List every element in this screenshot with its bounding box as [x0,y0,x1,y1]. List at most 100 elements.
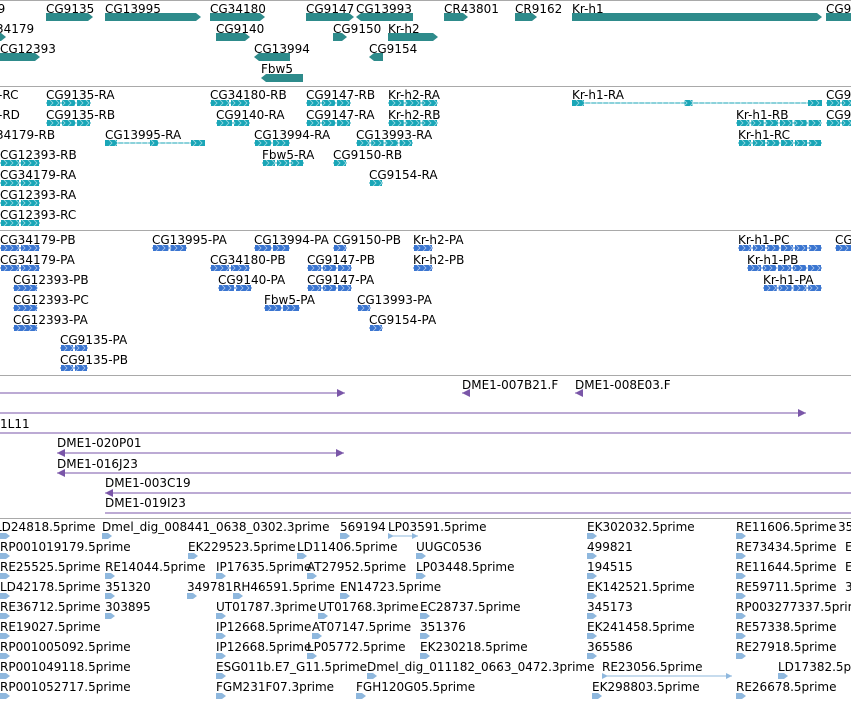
feature-label[interactable]: RE11644.5prime [736,560,837,574]
feature-label[interactable]: EK241458.5prime [587,620,695,634]
feature-label[interactable]: IP17635.5prime [216,560,311,574]
est-glyph[interactable] [105,593,115,599]
est-glyph[interactable] [216,633,226,639]
feature-label[interactable]: FGM231F07.3prime [216,680,334,694]
feature-label[interactable]: 569194 [340,520,386,534]
est-glyph[interactable] [340,533,350,539]
feature-label[interactable]: IP12668.5prime [216,640,311,654]
feature-label[interactable]: RE73434.5prime [736,540,837,554]
feature-label[interactable]: 499821 [587,540,633,554]
est-glyph[interactable] [416,553,426,559]
feature-label[interactable]: EN14723.5prime [340,580,441,594]
est-glyph[interactable] [736,653,746,659]
est-glyph[interactable] [216,693,226,699]
est-glyph[interactable] [587,653,597,659]
feature-label[interactable]: EK229523.5prime [188,540,296,554]
est-glyph[interactable] [0,593,10,599]
feature-label[interactable]: ESG011b.E7_G11.5prime [216,660,367,674]
est-glyph[interactable] [602,673,732,679]
est-glyph[interactable] [0,613,10,619]
feature-label[interactable]: RE27918.5prime [736,640,837,654]
est-glyph[interactable] [0,633,10,639]
feature-label[interactable]: EC28737.5prime [420,600,521,614]
est-glyph[interactable] [187,593,197,599]
est-glyph[interactable] [736,613,746,619]
est-glyph[interactable] [587,593,597,599]
feature-label[interactable]: E [845,540,851,554]
feature-label[interactable]: 194515 [587,560,633,574]
feature-label[interactable]: 35 [838,520,851,534]
feature-label[interactable]: RE23056.5prime [602,660,703,674]
est-glyph[interactable] [587,613,597,619]
feature-label[interactable]: LD42178.5prime [0,580,101,594]
est-glyph[interactable] [778,673,788,679]
est-glyph[interactable] [297,553,307,559]
est-glyph[interactable] [307,573,317,579]
feature-label[interactable]: RE57338.5prime [736,620,837,634]
feature-label[interactable]: LP03448.5prime [416,560,515,574]
est-glyph[interactable] [318,613,328,619]
feature-label[interactable]: UT01768.3prime [318,600,419,614]
feature-label[interactable]: 365586 [587,640,633,654]
est-glyph[interactable] [587,533,597,539]
est-glyph[interactable] [420,653,430,659]
est-glyph[interactable] [216,573,226,579]
est-glyph[interactable] [592,693,602,699]
feature-label[interactable]: UT01787.3prime [216,600,317,614]
feature-label[interactable]: EK230218.5prime [420,640,528,654]
est-glyph[interactable] [736,553,746,559]
est-glyph[interactable] [367,673,377,679]
est-glyph[interactable] [188,553,198,559]
feature-label[interactable]: IP12668.5prime [216,620,311,634]
feature-label[interactable]: FGH120G05.5prime [356,680,475,694]
feature-label[interactable]: RE19027.5prime [0,620,101,634]
est-glyph[interactable] [587,633,597,639]
est-glyph[interactable] [420,633,430,639]
est-track[interactable]: LD24818.5prime Dmel_dig_008441_0638_0302.… [0,0,851,703]
feature-label[interactable]: EK298803.5prime [592,680,700,694]
est-glyph[interactable] [105,613,115,619]
est-glyph[interactable] [233,593,243,599]
est-glyph[interactable] [312,633,322,639]
est-glyph[interactable] [736,693,746,699]
feature-label[interactable]: AT07147.5prime [312,620,411,634]
est-glyph[interactable] [587,573,597,579]
est-glyph[interactable] [307,653,317,659]
est-glyph[interactable] [0,553,10,559]
genome-browser-viewport[interactable]: 79CG9135CG13995CG34180CG9147CG13993CR438… [0,0,851,703]
est-glyph[interactable] [736,533,746,539]
feature-label[interactable]: EK302032.5prime [587,520,695,534]
est-glyph[interactable] [340,593,350,599]
feature-label[interactable]: RH46591.5prime [233,580,335,594]
feature-label[interactable]: EK142521.5prime [587,580,695,594]
feature-label[interactable]: RE36712.5prime [0,600,101,614]
est-glyph[interactable] [216,653,226,659]
feature-label[interactable]: RE25525.5prime [0,560,101,574]
est-glyph[interactable] [420,613,430,619]
feature-label[interactable]: RP001049118.5prime [0,660,131,674]
feature-label[interactable]: 303895 [105,600,151,614]
est-glyph[interactable] [216,673,226,679]
est-glyph[interactable] [105,573,115,579]
est-glyph[interactable] [587,553,597,559]
est-glyph[interactable] [416,573,426,579]
feature-label[interactable]: LP03591.5prime [388,520,487,534]
feature-label[interactable]: Dmel_dig_008441_0638_0302.3prime [102,520,330,534]
est-glyph[interactable] [0,673,10,679]
est-glyph[interactable] [0,693,10,699]
feature-label[interactable]: 3 [845,580,851,594]
feature-label[interactable]: LD24818.5prime [0,520,96,534]
feature-label[interactable]: Dmel_dig_011182_0663_0472.3prime [367,660,595,674]
feature-label[interactable]: RP001005092.5prime [0,640,131,654]
feature-label[interactable]: RP001019179.5prime [0,540,131,554]
feature-label[interactable]: E [845,560,851,574]
feature-label[interactable]: 351376 [420,620,466,634]
est-glyph[interactable] [736,573,746,579]
feature-label[interactable]: RE14044.5prime [105,560,206,574]
est-glyph[interactable] [0,533,10,539]
est-glyph[interactable] [102,533,112,539]
est-glyph[interactable] [388,533,418,539]
feature-label[interactable]: LD17382.5p [778,660,851,674]
feature-label[interactable]: 345173 [587,600,633,614]
feature-label[interactable]: RP001052717.5prime [0,680,131,694]
